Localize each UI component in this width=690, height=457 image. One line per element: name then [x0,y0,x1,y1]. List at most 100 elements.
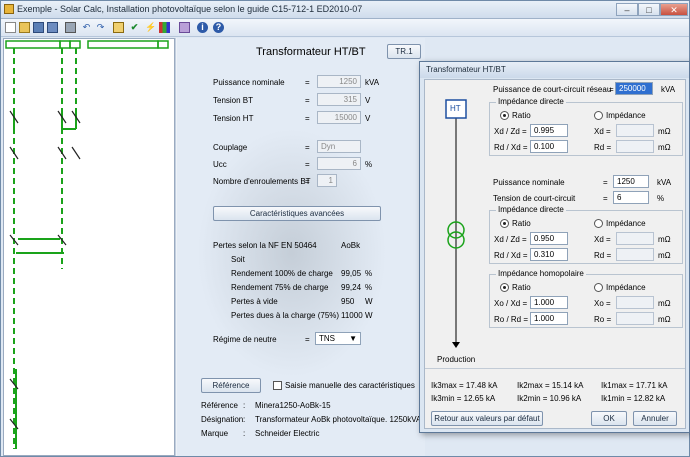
group-title: Impédance directe [496,97,566,106]
title-bar: Exemple - Solar Calc, Installation photo… [1,1,689,19]
help-icon[interactable]: ? [213,22,224,33]
loss-label: Rendement 75% de charge [231,283,329,292]
tension-bt-field: 315 [317,93,361,106]
ratio-radio[interactable] [500,219,509,228]
save-as-icon[interactable] [47,22,58,33]
loss-label: Rendement 100% de charge [231,269,333,278]
open-icon[interactable] [19,22,30,33]
pn-unit: kVA [657,178,672,187]
enroulements-spinner: 1 [317,174,337,187]
maximize-button[interactable]: □ [638,3,660,16]
transformer-dialog: Transformateur HT/BT HT Production Puiss… [419,61,690,433]
ratio-radio[interactable] [500,111,509,120]
rd-xd-input[interactable]: 0.100 [530,140,568,153]
xd-zd-input[interactable]: 0.950 [530,232,568,245]
imp2-label: Rd = [594,143,612,152]
loss-value: 99,05 [341,269,362,278]
colon: : [243,401,246,410]
new-icon[interactable] [5,22,16,33]
impedance-radio[interactable] [594,111,603,120]
print-icon[interactable] [65,22,76,33]
neutre-value: TNS [319,334,335,343]
ucc-input[interactable]: 6 [613,191,649,204]
panel-title: Transformateur HT/BT [256,46,366,58]
loss-value: 99,24 [341,283,362,292]
chart-icon[interactable] [159,22,170,33]
neutre-select[interactable]: TNS ▼ [315,332,361,345]
pcc-label: Puissance de court-circuit réseau [493,85,612,94]
unit-label: % [365,160,373,169]
result-value: Ik3max = 17.48 kA [431,381,498,390]
info-value: Transformateur AoBk photovoltaïque. 1250… [255,415,425,424]
imp2-label: Ro = [594,315,612,324]
close-button[interactable]: ✕ [660,3,688,16]
xd-input [616,232,654,245]
rd-xd-input[interactable]: 0.310 [530,248,568,261]
save-icon[interactable] [33,22,44,33]
ratio-label: Ratio [512,283,531,292]
imp1-label: Xd = [594,235,611,244]
equals-sign: = [305,78,310,87]
ok-button[interactable]: OK [591,411,627,426]
impedance-radio[interactable] [594,283,603,292]
ratio-radio[interactable] [500,283,509,292]
cancel-button[interactable]: Annuler [633,411,677,426]
equals-sign: = [603,194,608,203]
reset-defaults-button[interactable]: Retour aux valeurs par défaut [431,411,543,426]
impedance-label: Impédance [606,219,646,228]
divider [425,368,685,369]
loss-label: Pertes dues à la charge (75%) [231,311,340,320]
puissance-nominale-field: 1250 [317,75,361,88]
pn-input[interactable]: 1250 [613,175,649,188]
impedance-label: Impédance [606,111,646,120]
production-label: Production [437,355,476,364]
transfo-direct-group: Impédance directe Ratio Impédance Xd / Z… [489,205,683,264]
tr-button[interactable]: TR.1 [387,44,421,59]
loss-unit: % [365,269,373,278]
schematic-pane[interactable] [3,38,175,456]
equals-sign: = [305,177,310,186]
chevron-down-icon: ▼ [349,334,357,343]
advanced-characteristics-button[interactable]: Caractéristiques avancées [213,206,381,221]
colon: : [243,415,246,424]
loss-value: 950 [341,297,355,306]
reference-button[interactable]: Référence [201,378,261,393]
info-label: Désignation [201,415,244,424]
ro-rd-input[interactable]: 1.000 [530,312,568,325]
edit-icon[interactable] [113,22,124,33]
unit-label: mΩ [658,127,671,136]
network-impedance-group: Impédance directe Ratio Impédance Xd / Z… [489,97,683,156]
impedance-radio[interactable] [594,219,603,228]
equals-sign: = [603,178,608,187]
network-diagram [445,99,467,348]
check-icon[interactable]: ✔ [129,22,140,33]
single-line-diagram[interactable] [4,39,175,456]
ratio1-label: Xd / Zd = [494,235,527,244]
ratio1-label: Xd / Zd = [494,127,527,136]
minimize-button[interactable]: – [616,3,638,16]
info-label: Référence [201,401,238,410]
manual-entry-label: Saisie manuelle des caractéristiques [285,381,415,390]
lightning-icon[interactable]: ⚡ [145,22,156,33]
group-title: Impédance homopolaire [496,269,586,278]
info-icon[interactable]: i [197,22,208,33]
result-value: Ik1min = 12.82 kA [601,394,666,403]
equals-sign: = [305,160,310,169]
export-icon[interactable] [179,22,190,33]
xd-zd-input[interactable]: 0.995 [530,124,568,137]
pcc-input[interactable]: 250000 [615,82,653,95]
xo-xd-input[interactable]: 1.000 [530,296,568,309]
neutre-label: Régime de neutre [213,335,277,344]
ratio2-label: Ro / Rd = [494,315,529,324]
rd-input [616,248,654,261]
redo-icon[interactable]: ↷ [95,22,106,33]
undo-icon[interactable]: ↶ [81,22,92,33]
unit-label: mΩ [658,143,671,152]
equals-sign: = [305,96,310,105]
manual-entry-checkbox[interactable] [273,381,282,390]
loss-unit: % [365,283,373,292]
transfo-homopolar-group: Impédance homopolaire Ratio Impédance Xo… [489,269,683,328]
unit-label: V [365,96,371,105]
ro-input [616,312,654,325]
xd-input [616,124,654,137]
